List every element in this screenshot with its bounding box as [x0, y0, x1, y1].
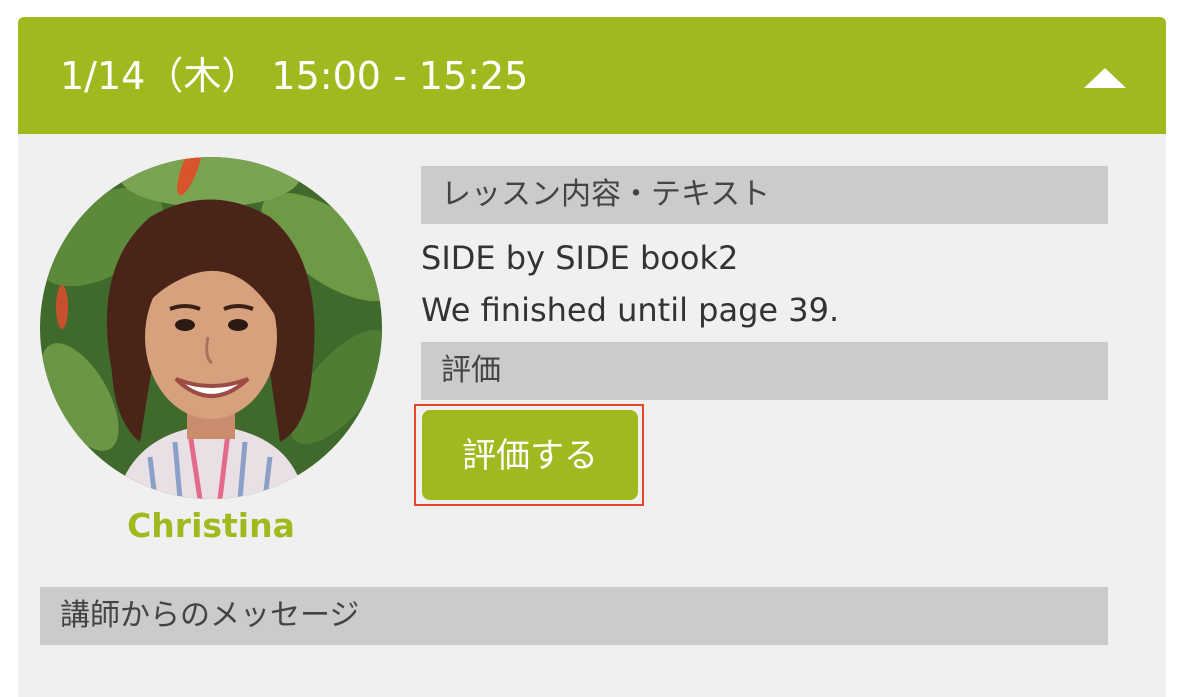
- evaluation-label: 評価: [421, 342, 1108, 400]
- lesson-header[interactable]: 1/14（木） 15:00 - 15:25: [18, 17, 1166, 134]
- lesson-content-line: We finished until page 39.: [421, 291, 840, 329]
- evaluate-button[interactable]: 評価する: [422, 410, 638, 500]
- lesson-content-label: レッスン内容・テキスト: [421, 166, 1108, 224]
- teacher-photo: [40, 157, 382, 499]
- lesson-datetime: 1/14（木） 15:00 - 15:25: [60, 54, 529, 98]
- triangle-up-icon[interactable]: [1084, 68, 1126, 88]
- teacher-avatar: [40, 157, 382, 499]
- teacher-name[interactable]: Christina: [40, 506, 382, 546]
- teacher-message-label: 講師からのメッセージ: [40, 587, 1108, 645]
- lesson-content-text: SIDE by SIDE book2 We finished until pag…: [421, 232, 839, 336]
- lesson-content-line: SIDE by SIDE book2: [421, 239, 739, 277]
